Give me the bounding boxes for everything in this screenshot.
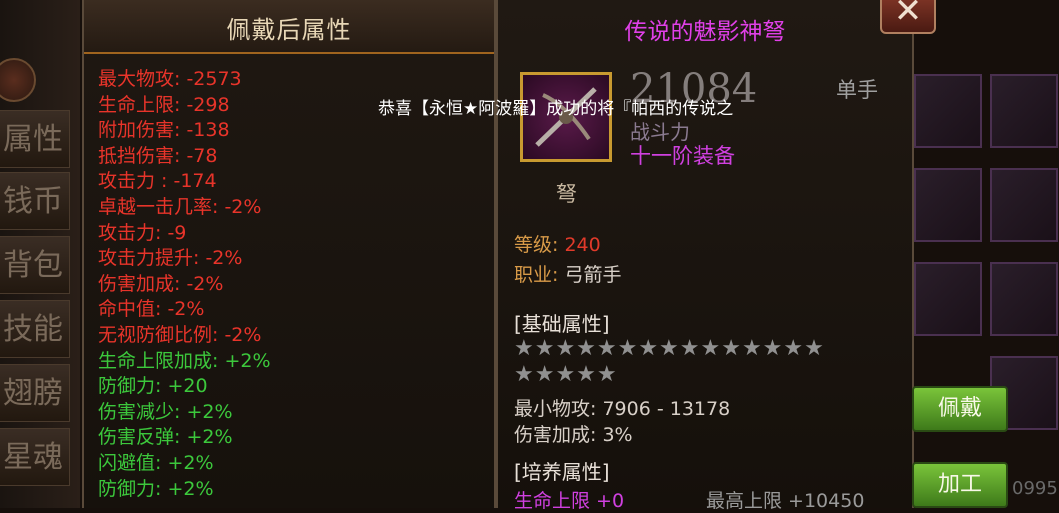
tab-bag[interactable]: 背包 xyxy=(0,236,70,294)
item-grade: 十一阶装备 xyxy=(630,144,735,168)
stat-line: 伤害加成: -2% xyxy=(98,272,224,295)
tab-label: 翅膀 xyxy=(3,376,63,411)
avatar-icon[interactable] xyxy=(0,58,36,102)
base-attributes-heading: [基础属性] xyxy=(514,312,610,336)
process-button[interactable]: 加工 xyxy=(912,462,1008,508)
stat-line: 攻击力 : -174 xyxy=(98,170,217,193)
level-value: 240 xyxy=(564,234,601,256)
stat-line: 闪避值: +2% xyxy=(98,452,214,474)
tab-label: 星魂 xyxy=(3,440,63,475)
stat-line: 攻击力: -9 xyxy=(98,221,187,244)
item-hand-type: 单手 xyxy=(836,78,878,102)
stat-line: 卓越一击几率: -2% xyxy=(98,196,262,218)
train-attributes-heading: [培养属性] xyxy=(514,460,610,484)
inventory-slot[interactable] xyxy=(990,262,1058,336)
equip-compare-panel: 佩戴后属性 最大物攻: -2573 生命上限: -298 附加伤害: -138 抵挡伤… xyxy=(82,0,496,508)
close-button[interactable]: ✕ xyxy=(880,0,936,34)
panel-title: 佩戴后属性 xyxy=(226,16,352,44)
stat-line: 命中值: -2% xyxy=(98,298,205,321)
class-value: 弓箭手 xyxy=(564,264,622,286)
tab-wings[interactable]: 翅膀 xyxy=(0,364,70,422)
tab-label: 技能 xyxy=(3,312,63,347)
star-rating-row: ★★★★★ xyxy=(514,362,618,387)
star-rating-row: ★★★★★★★★★★★★★★★ xyxy=(514,336,825,361)
tab-currency[interactable]: 钱币 xyxy=(0,172,70,230)
tab-label: 属性 xyxy=(3,122,63,157)
inventory-slot[interactable] xyxy=(914,74,982,148)
stat-line: 防御力: +2% xyxy=(98,477,214,500)
stat-line: 伤害减少: +2% xyxy=(98,400,233,423)
equip-button[interactable]: 佩戴 xyxy=(912,386,1008,432)
tab-skills[interactable]: 技能 xyxy=(0,300,70,358)
min-attack-stat: 最小物攻: 7906 - 13178 xyxy=(514,398,731,420)
stat-line: 生命上限: -298 xyxy=(98,93,230,116)
panel-header: 佩戴后属性 xyxy=(84,0,494,54)
stat-line: 最大物攻: -2573 xyxy=(98,68,242,90)
max-limit-stat: 最高上限 +10450 xyxy=(706,490,865,512)
broadcast-notice: 恭喜【永恒★阿波羅】成功的将『帕西的传说之 xyxy=(378,99,734,119)
stat-line: 生命上限加成: +2% xyxy=(98,349,271,372)
stat-line: 附加伤害: -138 xyxy=(98,119,230,142)
stat-line: 攻击力提升: -2% xyxy=(98,247,243,270)
class-row: 职业: 弓箭手 xyxy=(514,260,621,287)
level-row: 等级: 240 xyxy=(514,230,601,257)
tab-label: 背包 xyxy=(3,248,63,283)
hp-train-stat: 生命上限 +0 xyxy=(514,490,625,512)
inventory-slot[interactable] xyxy=(914,168,982,242)
level-label: 等级: xyxy=(514,234,565,256)
inventory-slot[interactable] xyxy=(990,168,1058,242)
side-tab-bar: 属性 钱币 背包 技能 翅膀 星魂 xyxy=(0,0,80,508)
damage-bonus-stat: 伤害加成: 3% xyxy=(514,424,633,446)
corner-number: 0995 xyxy=(1012,478,1058,499)
stat-line: 无视防御比例: -2% xyxy=(98,324,262,346)
inventory-slot[interactable] xyxy=(990,74,1058,148)
class-label: 职业: xyxy=(514,264,565,286)
item-name: 传说的魅影神弩 xyxy=(624,19,786,45)
stat-line: 抵挡伤害: -78 xyxy=(98,144,218,167)
tab-label: 钱币 xyxy=(3,184,63,219)
stat-line: 伤害反弹: +2% xyxy=(98,426,233,449)
item-type: 弩 xyxy=(556,182,577,206)
stat-line: 防御力: +20 xyxy=(98,375,208,398)
tab-star-soul[interactable]: 星魂 xyxy=(0,428,70,486)
tab-attributes[interactable]: 属性 xyxy=(0,110,70,168)
inventory-slot[interactable] xyxy=(914,262,982,336)
